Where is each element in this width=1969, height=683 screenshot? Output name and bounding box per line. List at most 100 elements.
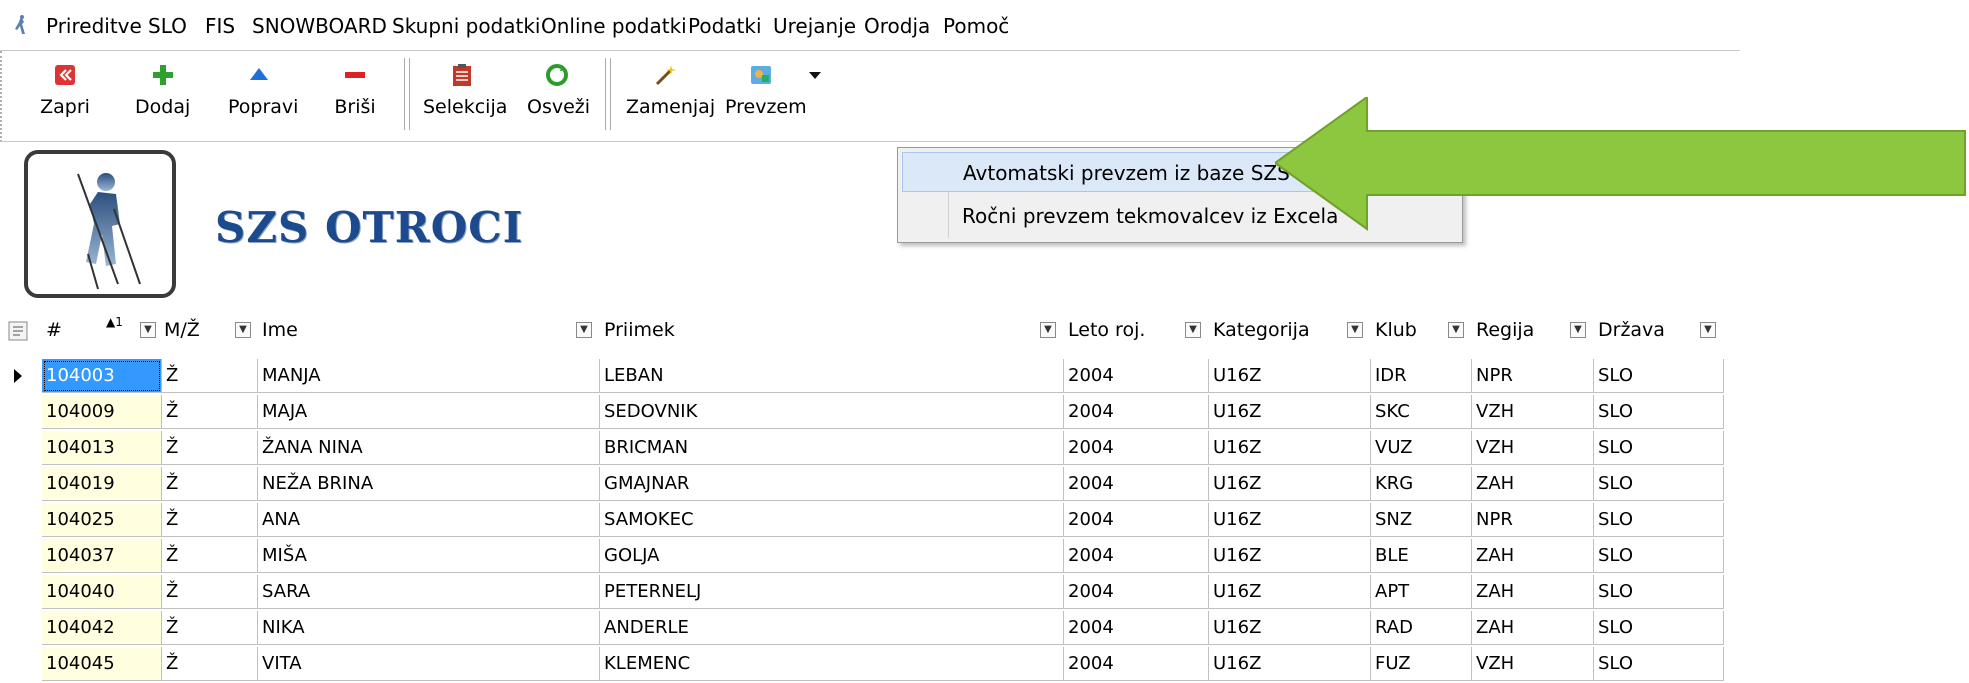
refresh-button[interactable]: Osveži: [527, 62, 590, 132]
selection-button[interactable]: Selekcija: [423, 62, 507, 132]
cell-last-name[interactable]: KLEMENC: [600, 647, 1064, 681]
cell-first-name[interactable]: NIKA: [258, 611, 600, 645]
cell-id[interactable]: 104037: [42, 539, 162, 573]
cell-gender[interactable]: Ž: [162, 611, 258, 645]
cell-last-name[interactable]: SEDOVNIK: [600, 395, 1064, 429]
cell-gender[interactable]: Ž: [162, 359, 258, 393]
cell-country[interactable]: SLO: [1594, 431, 1724, 465]
menu-skupni-podatki[interactable]: Skupni podatki: [392, 14, 541, 38]
table-row[interactable]: 104025 Ž ANA SAMOKEC 2004 U16Z SNZ NPR SLO: [0, 503, 1740, 539]
menu-podatki[interactable]: Podatki: [688, 14, 762, 38]
cell-id[interactable]: 104025: [42, 503, 162, 537]
cell-region[interactable]: ZAH: [1472, 575, 1594, 609]
cell-id[interactable]: 104019: [42, 467, 162, 501]
cell-club[interactable]: SNZ: [1371, 503, 1472, 537]
cell-first-name[interactable]: MAJA: [258, 395, 600, 429]
cell-birth-year[interactable]: 2004: [1064, 611, 1209, 645]
cell-last-name[interactable]: PETERNELJ: [600, 575, 1064, 609]
close-button[interactable]: Zapri: [40, 62, 90, 132]
filter-dropdown-icon[interactable]: ▼: [1700, 322, 1716, 338]
table-row[interactable]: 104019 Ž NEŽA BRINA GMAJNAR 2004 U16Z KRG ZAH SL…: [0, 467, 1740, 503]
cell-club[interactable]: APT: [1371, 575, 1472, 609]
cell-club[interactable]: BLE: [1371, 539, 1472, 573]
menu-urejanje[interactable]: Urejanje: [773, 14, 856, 38]
menu-prireditve[interactable]: Prireditve: [46, 14, 142, 38]
menu-orodja[interactable]: Orodja: [864, 14, 930, 38]
table-row[interactable]: 104037 Ž MIŠA GOLJA 2004 U16Z BLE ZAH SLO: [0, 539, 1740, 575]
cell-region[interactable]: NPR: [1472, 359, 1594, 393]
cell-first-name[interactable]: MANJA: [258, 359, 600, 393]
cell-id[interactable]: 104013: [42, 431, 162, 465]
cell-birth-year[interactable]: 2004: [1064, 539, 1209, 573]
filter-dropdown-icon[interactable]: ▼: [1570, 322, 1586, 338]
cell-country[interactable]: SLO: [1594, 503, 1724, 537]
filter-dropdown-icon[interactable]: ▼: [1040, 322, 1056, 338]
delete-button[interactable]: Briši: [330, 62, 380, 132]
cell-country[interactable]: SLO: [1594, 611, 1724, 645]
filter-dropdown-icon[interactable]: ▼: [1448, 322, 1464, 338]
column-header-birth-year[interactable]: Leto roj.: [1068, 311, 1145, 349]
cell-first-name[interactable]: SARA: [258, 575, 600, 609]
cell-country[interactable]: SLO: [1594, 395, 1724, 429]
filter-dropdown-icon[interactable]: ▼: [235, 322, 251, 338]
filter-dropdown-icon[interactable]: ▼: [1347, 322, 1363, 338]
cell-gender[interactable]: Ž: [162, 467, 258, 501]
cell-category[interactable]: U16Z: [1209, 575, 1371, 609]
filter-dropdown-icon[interactable]: ▼: [140, 322, 156, 338]
add-button[interactable]: Dodaj: [135, 62, 190, 132]
cell-category[interactable]: U16Z: [1209, 647, 1371, 681]
cell-region[interactable]: ZAH: [1472, 539, 1594, 573]
cell-category[interactable]: U16Z: [1209, 503, 1371, 537]
cell-club[interactable]: IDR: [1371, 359, 1472, 393]
table-row[interactable]: 104040 Ž SARA PETERNELJ 2004 U16Z APT ZAH SLO: [0, 575, 1740, 611]
cell-last-name[interactable]: LEBAN: [600, 359, 1064, 393]
menu-pomoc[interactable]: Pomoč: [943, 14, 1009, 38]
cell-category[interactable]: U16Z: [1209, 359, 1371, 393]
cell-region[interactable]: NPR: [1472, 503, 1594, 537]
cell-gender[interactable]: Ž: [162, 575, 258, 609]
cell-birth-year[interactable]: 2004: [1064, 467, 1209, 501]
table-row[interactable]: 104009 Ž MAJA SEDOVNIK 2004 U16Z SKC VZH SLO: [0, 395, 1740, 431]
table-row[interactable]: 104003 Ž MANJA LEBAN 2004 U16Z IDR NPR SLO: [0, 359, 1740, 395]
cell-region[interactable]: ZAH: [1472, 467, 1594, 501]
cell-region[interactable]: VZH: [1472, 647, 1594, 681]
column-header-first-name[interactable]: Ime: [262, 311, 298, 349]
menu-fis[interactable]: FIS: [205, 14, 235, 38]
cell-last-name[interactable]: GOLJA: [600, 539, 1064, 573]
cell-gender[interactable]: Ž: [162, 647, 258, 681]
menu-snowboard[interactable]: SNOWBOARD: [252, 14, 387, 38]
cell-gender[interactable]: Ž: [162, 539, 258, 573]
cell-category[interactable]: U16Z: [1209, 611, 1371, 645]
cell-category[interactable]: U16Z: [1209, 395, 1371, 429]
menu-slo[interactable]: SLO: [148, 14, 187, 38]
filter-dropdown-icon[interactable]: ▼: [1185, 322, 1201, 338]
cell-gender[interactable]: Ž: [162, 431, 258, 465]
replace-button[interactable]: Zamenjaj: [626, 62, 715, 132]
cell-gender[interactable]: Ž: [162, 395, 258, 429]
filter-dropdown-icon[interactable]: ▼: [576, 322, 592, 338]
cell-birth-year[interactable]: 2004: [1064, 395, 1209, 429]
cell-country[interactable]: SLO: [1594, 359, 1724, 393]
cell-first-name[interactable]: MIŠA: [258, 539, 600, 573]
cell-region[interactable]: VZH: [1472, 395, 1594, 429]
cell-country[interactable]: SLO: [1594, 539, 1724, 573]
cell-region[interactable]: VZH: [1472, 431, 1594, 465]
cell-birth-year[interactable]: 2004: [1064, 647, 1209, 681]
column-header-club[interactable]: Klub: [1375, 311, 1417, 349]
menu-online-podatki[interactable]: Online podatki: [541, 14, 687, 38]
cell-id[interactable]: 104040: [42, 575, 162, 609]
table-row[interactable]: 104013 Ž ŽANA NINA BRICMAN 2004 U16Z VUZ VZH SLO: [0, 431, 1740, 467]
column-header-country[interactable]: Država: [1598, 311, 1665, 349]
cell-id[interactable]: 104009: [42, 395, 162, 429]
cell-country[interactable]: SLO: [1594, 647, 1724, 681]
cell-birth-year[interactable]: 2004: [1064, 431, 1209, 465]
cell-region[interactable]: ZAH: [1472, 611, 1594, 645]
cell-id[interactable]: 104042: [42, 611, 162, 645]
cell-last-name[interactable]: GMAJNAR: [600, 467, 1064, 501]
cell-first-name[interactable]: ANA: [258, 503, 600, 537]
edit-button[interactable]: Popravi: [228, 62, 298, 132]
cell-club[interactable]: SKC: [1371, 395, 1472, 429]
cell-club[interactable]: KRG: [1371, 467, 1472, 501]
cell-birth-year[interactable]: 2004: [1064, 359, 1209, 393]
cell-first-name[interactable]: NEŽA BRINA: [258, 467, 600, 501]
